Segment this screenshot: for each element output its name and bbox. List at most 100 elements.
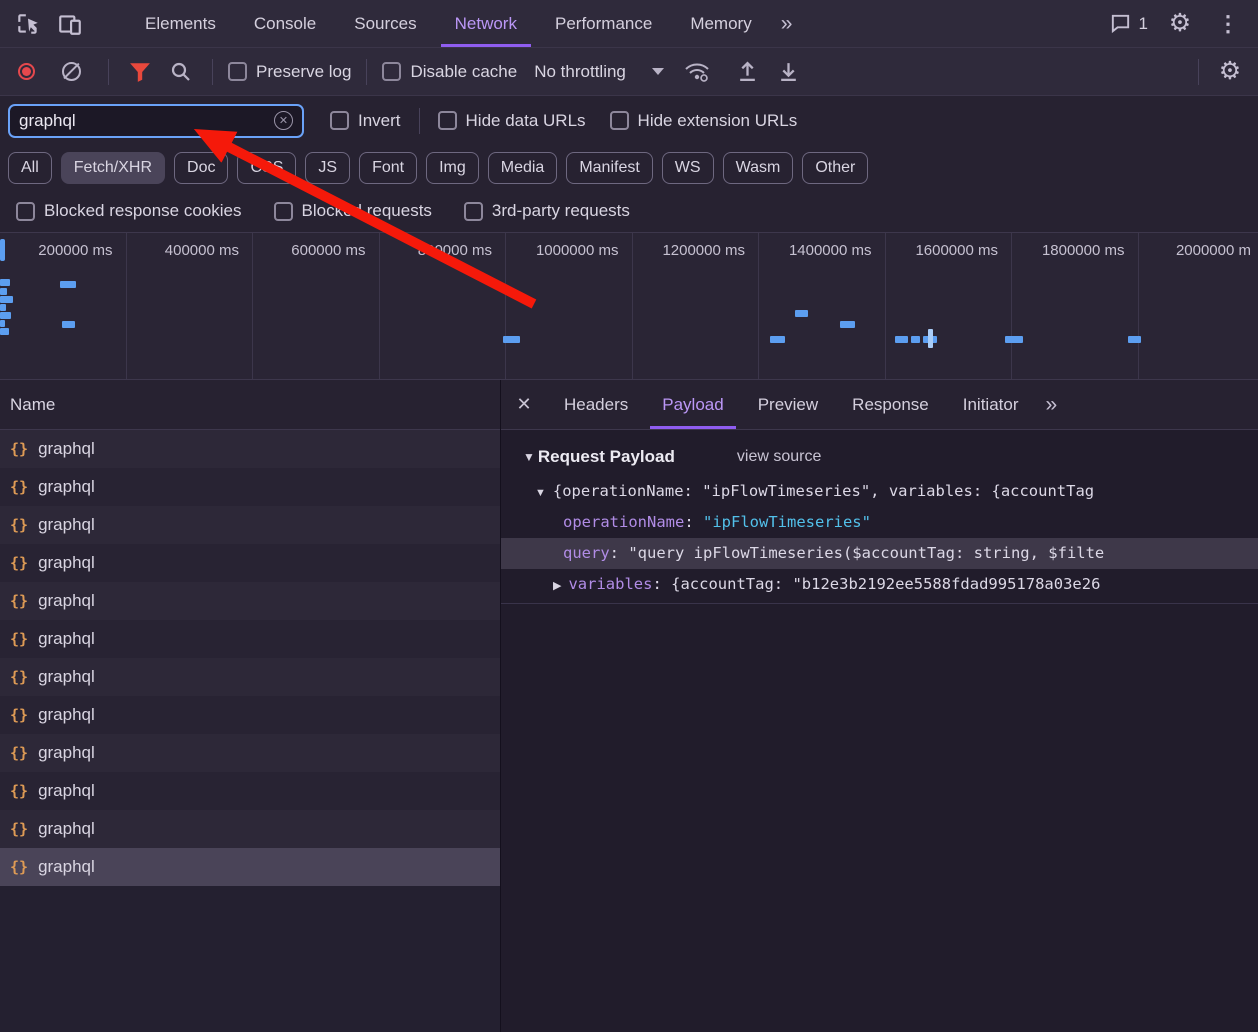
request-timeline-bar[interactable] — [0, 328, 9, 335]
tab-sources[interactable]: Sources — [335, 0, 435, 47]
toolbar-divider — [366, 59, 367, 85]
json-braces-icon: {} — [10, 858, 28, 876]
detail-more-tabs-icon[interactable]: » — [1035, 380, 1067, 429]
filter-chip-css[interactable]: CSS — [237, 152, 296, 184]
detail-tab-headers[interactable]: Headers — [547, 380, 645, 429]
import-har-icon[interactable] — [773, 56, 805, 88]
record-network-log-button[interactable] — [18, 63, 35, 80]
filter-chip-other[interactable]: Other — [802, 152, 868, 184]
hide-data-urls-checkbox[interactable] — [438, 111, 457, 130]
filter-chip-all[interactable]: All — [8, 152, 52, 184]
request-timeline-bar[interactable] — [840, 321, 855, 328]
blocked-cookies-checkbox[interactable] — [16, 202, 35, 221]
caret-down-icon[interactable]: ▼ — [535, 478, 546, 507]
request-timeline-bar[interactable] — [911, 336, 920, 343]
filter-chip-font[interactable]: Font — [359, 152, 417, 184]
inspect-element-icon[interactable] — [12, 8, 44, 40]
request-row[interactable]: {}graphql — [0, 734, 500, 772]
payload-line[interactable]: operationName: "ipFlowTimeseries" — [501, 507, 1258, 538]
filter-input[interactable] — [19, 111, 274, 131]
view-source-link[interactable]: view source — [737, 448, 821, 466]
request-timeline-bar[interactable] — [0, 279, 10, 286]
clear-filter-icon[interactable]: ✕ — [274, 111, 293, 130]
request-row[interactable]: {}graphql — [0, 696, 500, 734]
request-timeline-bar[interactable] — [60, 281, 76, 288]
tab-performance[interactable]: Performance — [536, 0, 671, 47]
request-timeline-bar[interactable] — [1005, 336, 1023, 343]
network-filter-field[interactable]: ✕ — [8, 104, 304, 138]
detail-tab-payload[interactable]: Payload — [645, 380, 740, 429]
request-timeline-bar[interactable] — [62, 321, 75, 328]
request-timeline-bar[interactable] — [0, 320, 5, 327]
tab-memory[interactable]: Memory — [671, 0, 770, 47]
hide-extension-urls-group: Hide extension URLs — [610, 111, 798, 131]
detail-tab-initiator[interactable]: Initiator — [946, 380, 1036, 429]
kebab-menu-icon[interactable]: ⋮ — [1212, 8, 1244, 40]
filter-chip-media[interactable]: Media — [488, 152, 558, 184]
tab-elements[interactable]: Elements — [126, 0, 235, 47]
name-column-header[interactable]: Name — [0, 380, 500, 430]
request-row[interactable]: {}graphql — [0, 582, 500, 620]
preserve-log-checkbox[interactable] — [228, 62, 247, 81]
request-row[interactable]: {}graphql — [0, 506, 500, 544]
request-timeline-bar[interactable] — [895, 336, 908, 343]
blocked-cookies-label: Blocked response cookies — [44, 201, 242, 221]
tab-console[interactable]: Console — [235, 0, 335, 47]
request-row[interactable]: {}graphql — [0, 468, 500, 506]
request-row[interactable]: {}graphql — [0, 658, 500, 696]
blocked-requests-checkbox[interactable] — [274, 202, 293, 221]
request-timeline-bar[interactable] — [0, 312, 11, 319]
filter-chip-js[interactable]: JS — [305, 152, 350, 184]
waterfall-canvas — [0, 233, 1258, 379]
request-timeline-bar[interactable] — [0, 288, 7, 295]
network-overview-waterfall[interactable]: 200000 ms400000 ms600000 ms800000 ms1000… — [0, 232, 1258, 380]
disable-cache-checkbox[interactable] — [382, 62, 401, 81]
toolbar-divider — [1198, 59, 1199, 85]
request-row[interactable]: {}graphql — [0, 620, 500, 658]
disable-cache-checkbox-group: Disable cache — [382, 62, 517, 82]
filter-chip-doc[interactable]: Doc — [174, 152, 228, 184]
clear-network-log-button[interactable] — [62, 62, 81, 81]
request-timeline-bar[interactable] — [503, 336, 520, 343]
filter-chip-ws[interactable]: WS — [662, 152, 714, 184]
request-timeline-bar[interactable] — [770, 336, 785, 343]
detail-tab-response[interactable]: Response — [835, 380, 946, 429]
request-timeline-bar[interactable] — [0, 296, 13, 303]
request-row[interactable]: {}graphql — [0, 544, 500, 582]
more-tabs-icon[interactable]: » — [771, 0, 803, 47]
request-row[interactable]: {}graphql — [0, 772, 500, 810]
third-party-checkbox[interactable] — [464, 202, 483, 221]
network-conditions-icon[interactable] — [681, 56, 713, 88]
filter-chip-manifest[interactable]: Manifest — [566, 152, 652, 184]
close-details-icon[interactable]: ✕ — [501, 380, 547, 429]
request-timeline-bar[interactable] — [0, 304, 6, 311]
settings-gear-icon[interactable]: ⚙ — [1164, 8, 1196, 40]
console-messages-button[interactable]: 1 — [1109, 12, 1148, 35]
detail-tab-preview[interactable]: Preview — [741, 380, 835, 429]
filter-chip-img[interactable]: Img — [426, 152, 479, 184]
network-split-view: Name {}graphql{}graphql{}graphql{}graphq… — [0, 380, 1258, 1032]
device-toolbar-icon[interactable] — [54, 8, 86, 40]
filter-funnel-icon[interactable] — [124, 56, 156, 88]
request-row[interactable]: {}graphql — [0, 848, 500, 886]
request-row[interactable]: {}graphql — [0, 810, 500, 848]
throttling-dropdown[interactable]: No throttling — [534, 62, 664, 82]
network-settings-gear-icon[interactable]: ⚙ — [1214, 56, 1246, 88]
payload-line[interactable]: ▶variables: {accountTag: "b12e3b2192ee55… — [501, 569, 1258, 600]
hide-extension-urls-checkbox[interactable] — [610, 111, 629, 130]
tab-network[interactable]: Network — [436, 0, 536, 47]
payload-text: "ipFlowTimeseries" — [703, 513, 871, 531]
message-count: 1 — [1139, 14, 1148, 34]
caret-down-icon[interactable]: ▼ — [523, 450, 535, 464]
request-row[interactable]: {}graphql — [0, 430, 500, 468]
search-icon[interactable] — [165, 56, 197, 88]
payload-line[interactable]: ▼{operationName: "ipFlowTimeseries", var… — [501, 476, 1258, 507]
invert-checkbox[interactable] — [330, 111, 349, 130]
filter-chip-fetch-xhr[interactable]: Fetch/XHR — [61, 152, 165, 184]
filter-chip-wasm[interactable]: Wasm — [723, 152, 794, 184]
export-har-icon[interactable] — [732, 56, 764, 88]
caret-right-icon[interactable]: ▶ — [553, 571, 561, 600]
payload-line[interactable]: query: "query ipFlowTimeseries($accountT… — [501, 538, 1258, 569]
request-timeline-bar[interactable] — [795, 310, 808, 317]
request-timeline-bar[interactable] — [1128, 336, 1141, 343]
